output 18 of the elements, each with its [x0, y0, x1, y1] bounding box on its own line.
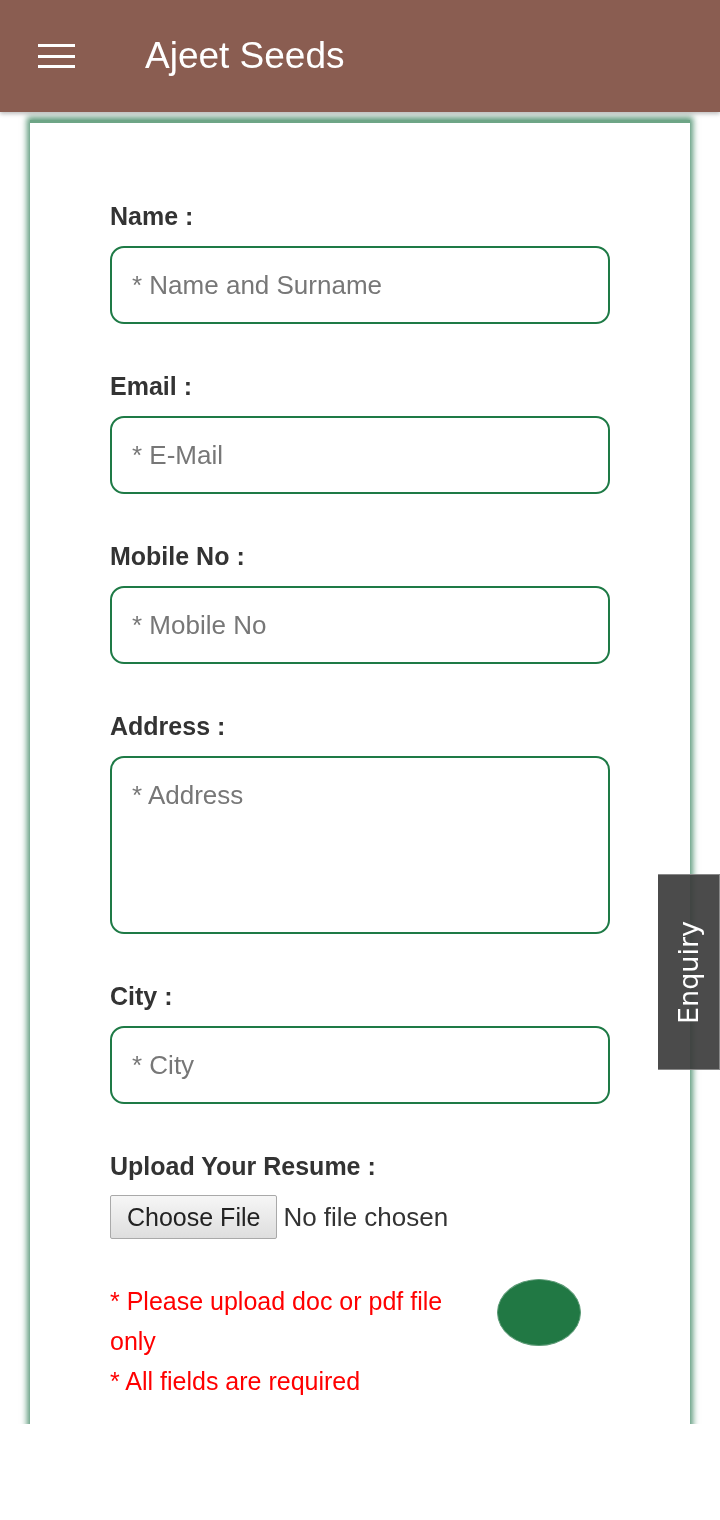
field-label: Address : [110, 711, 227, 741]
address-field[interactable]: * Address [110, 756, 610, 934]
input-field[interactable]: * Name and Surname [110, 246, 610, 324]
field-label: City : [110, 981, 174, 1011]
input-field[interactable]: * E-Mail [110, 416, 610, 494]
menu-icon[interactable] [38, 44, 75, 68]
field-label: Email : [110, 371, 193, 401]
required-note: * Please upload doc or pdf file only [110, 1286, 444, 1357]
field-label: Name : [110, 201, 195, 231]
upload-label: Upload Your Resume : [110, 1151, 377, 1181]
choose-file-button[interactable]: Choose File [110, 1195, 278, 1239]
enquiry-tab[interactable]: Enquiry [658, 874, 720, 1070]
file-status: No file chosen [283, 1201, 449, 1233]
required-note: * All fields are required [110, 1366, 362, 1397]
input-field[interactable]: * Mobile No [110, 586, 610, 664]
app-title: Ajeet Seeds [145, 34, 345, 78]
field-label: Mobile No : [110, 541, 246, 571]
input-field[interactable]: * City [110, 1026, 610, 1104]
